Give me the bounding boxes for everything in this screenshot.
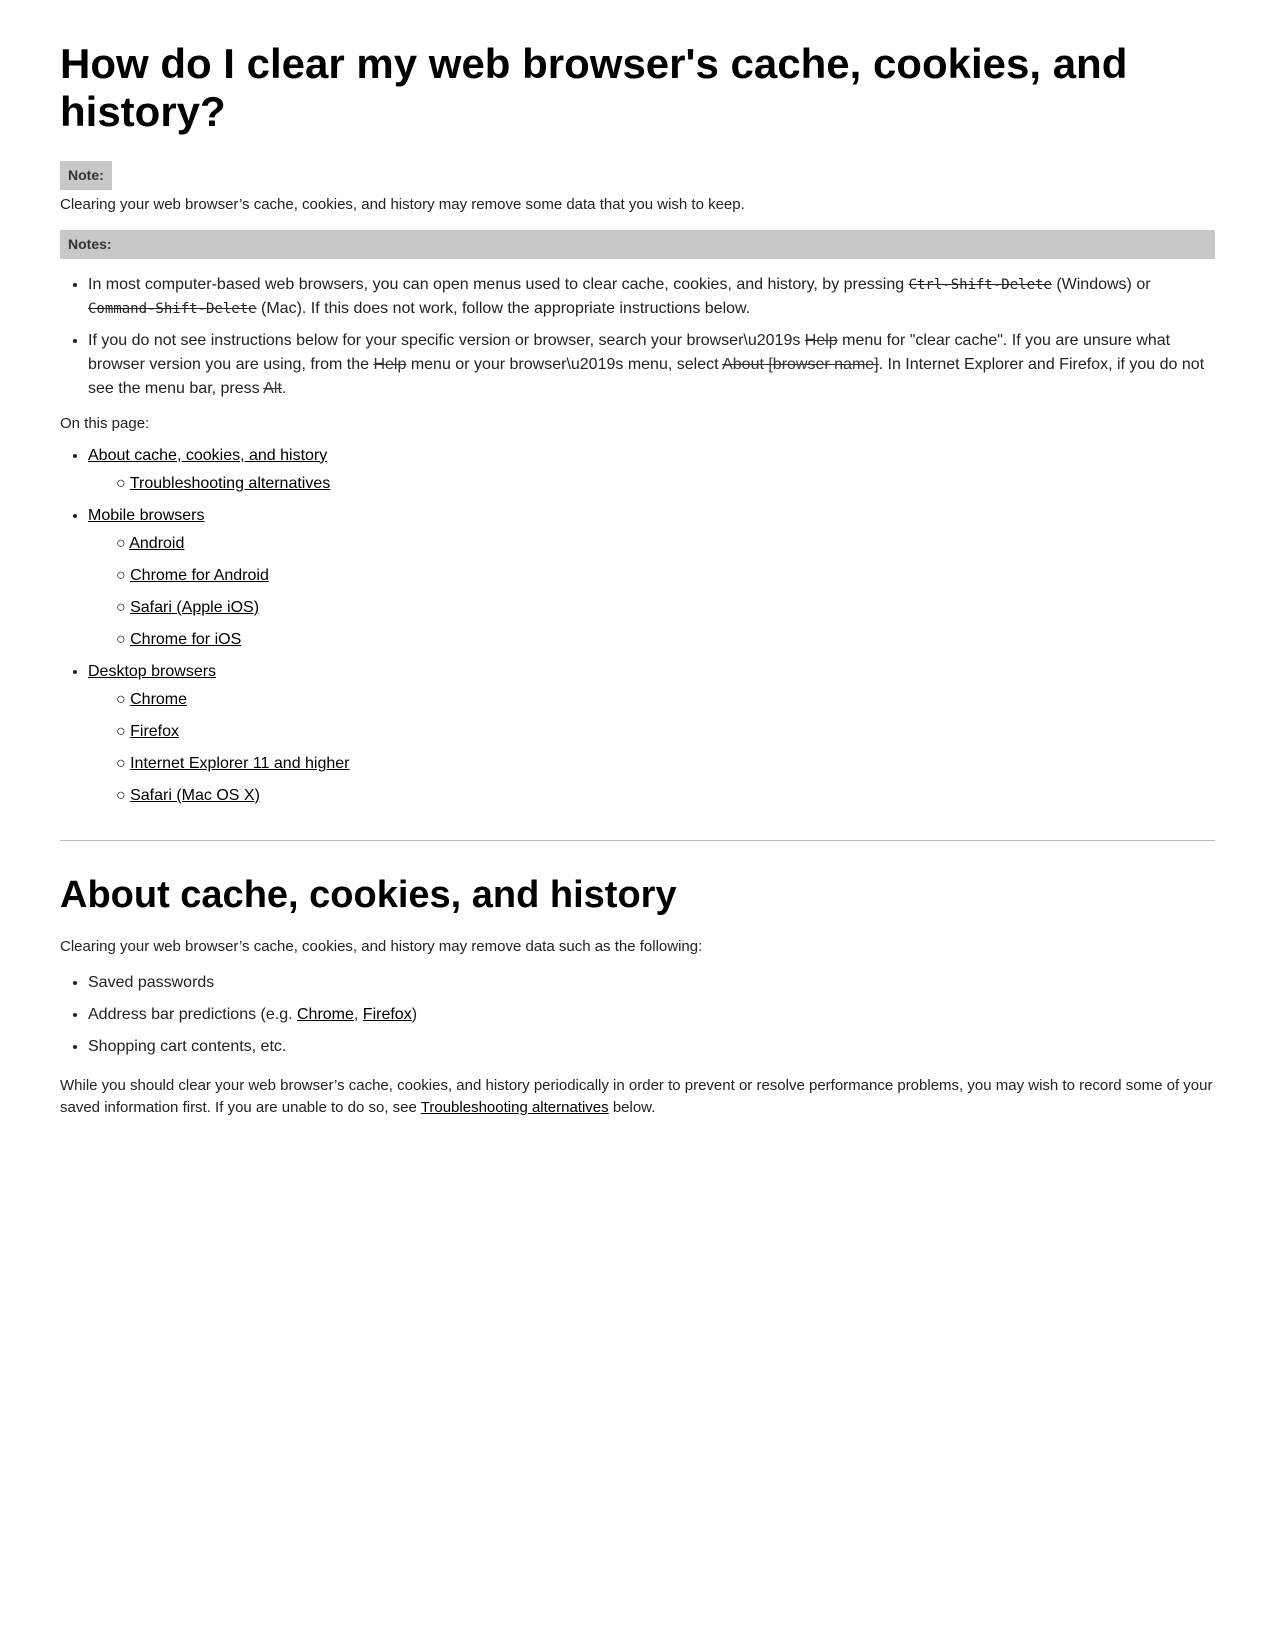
page-title: How do I clear my web browser's cache, c… bbox=[60, 40, 1215, 137]
toc-subitem-3-4: Safari (Mac OS X) bbox=[116, 784, 1215, 808]
toc-link-chrome-android[interactable]: Chrome for Android bbox=[130, 567, 269, 584]
section2-troubleshooting-link[interactable]: Troubleshooting alternatives bbox=[421, 1099, 609, 1116]
section2-para-end: below. bbox=[609, 1099, 656, 1116]
toc-link-troubleshooting[interactable]: Troubleshooting alternatives bbox=[130, 475, 330, 492]
toc-link-mobile[interactable]: Mobile browsers bbox=[88, 507, 204, 524]
section-divider bbox=[60, 840, 1215, 841]
section2-firefox-link[interactable]: Firefox bbox=[363, 1006, 412, 1023]
section2-para: While you should clear your web browser’… bbox=[60, 1075, 1215, 1120]
toc-subitem-2-1: Android bbox=[116, 532, 1215, 556]
bullet1-text-pre: In most computer-based web browsers, you… bbox=[88, 276, 909, 293]
section2-bullet3-text: Shopping cart contents, etc. bbox=[88, 1038, 286, 1055]
help-link-2[interactable]: Help bbox=[373, 356, 406, 373]
toc-link-safari-mac[interactable]: Safari (Mac OS X) bbox=[130, 787, 260, 804]
shortcut-win: Ctrl-Shift-Delete bbox=[909, 277, 1052, 293]
toc-link-android[interactable]: Android bbox=[129, 535, 184, 552]
note-text: Clearing your web browser’s cache, cooki… bbox=[60, 194, 1215, 217]
intro-list: In most computer-based web browsers, you… bbox=[88, 273, 1215, 401]
intro-list-item-2: If you do not see instructions below for… bbox=[88, 329, 1215, 401]
toc-link-ie[interactable]: Internet Explorer 11 and higher bbox=[130, 755, 349, 772]
section2-intro: Clearing your web browser’s cache, cooki… bbox=[60, 936, 1215, 959]
bullet2-text: If you do not see instructions below for… bbox=[88, 332, 805, 349]
on-this-page-label: On this page: bbox=[60, 413, 1215, 436]
about-section: About cache, cookies, and history Cleari… bbox=[60, 873, 1215, 1120]
toc-item-2: Mobile browsers Android Chrome for Andro… bbox=[88, 504, 1215, 652]
bullet1-text-mid: (Windows) or bbox=[1052, 276, 1151, 293]
shortcut-mac: Command-Shift-Delete bbox=[88, 301, 257, 317]
note-section: Note: Clearing your web browser’s cache,… bbox=[60, 161, 1215, 217]
toc-subitem-2-4: Chrome for iOS bbox=[116, 628, 1215, 652]
toc-link-desktop[interactable]: Desktop browsers bbox=[88, 663, 216, 680]
toc-item-3: Desktop browsers Chrome Firefox Internet… bbox=[88, 660, 1215, 808]
alt-link: Alt bbox=[263, 380, 282, 397]
bullet2-text-5: . bbox=[282, 380, 286, 397]
toc-subitem-2-2: Chrome for Android bbox=[116, 564, 1215, 588]
help-link-1[interactable]: Help bbox=[805, 332, 838, 349]
section2-bullet2-pre: Address bar predictions (e.g. bbox=[88, 1006, 297, 1023]
toc-subitem-2-3: Safari (Apple iOS) bbox=[116, 596, 1215, 620]
note-label: Note: bbox=[60, 161, 112, 190]
toc-link-chrome-ios[interactable]: Chrome for iOS bbox=[130, 631, 241, 648]
section2-chrome-link[interactable]: Chrome bbox=[297, 1006, 354, 1023]
section2-title: About cache, cookies, and history bbox=[60, 873, 1215, 919]
toc-sublist-2: Android Chrome for Android Safari (Apple… bbox=[116, 532, 1215, 652]
section2-bullet2-mid: , bbox=[354, 1006, 363, 1023]
section2-list: Saved passwords Address bar predictions … bbox=[88, 971, 1215, 1059]
section2-bullet2-post: ) bbox=[412, 1006, 417, 1023]
bullet2-text-3: menu or your browser\u2019s menu, select bbox=[406, 356, 722, 373]
toc-link-chrome[interactable]: Chrome bbox=[130, 691, 187, 708]
toc-subitem-1-1: Troubleshooting alternatives bbox=[116, 472, 1215, 496]
notes-label: Notes: bbox=[60, 230, 1215, 259]
section2-item-3: Shopping cart contents, etc. bbox=[88, 1035, 1215, 1059]
toc-subitem-3-3: Internet Explorer 11 and higher bbox=[116, 752, 1215, 776]
toc-link-about[interactable]: About cache, cookies, and history bbox=[88, 447, 327, 464]
toc-sublist-3: Chrome Firefox Internet Explorer 11 and … bbox=[116, 688, 1215, 808]
notes-section: Notes: bbox=[60, 230, 1215, 259]
bullet1-text-post: (Mac). If this does not work, follow the… bbox=[257, 300, 751, 317]
section2-bullet1-text: Saved passwords bbox=[88, 974, 214, 991]
toc-list: About cache, cookies, and history Troubl… bbox=[88, 444, 1215, 808]
section2-item-1: Saved passwords bbox=[88, 971, 1215, 995]
toc-link-firefox[interactable]: Firefox bbox=[130, 723, 179, 740]
toc-item-1: About cache, cookies, and history Troubl… bbox=[88, 444, 1215, 496]
page-container: How do I clear my web browser's cache, c… bbox=[60, 40, 1215, 1120]
toc-subitem-3-2: Firefox bbox=[116, 720, 1215, 744]
intro-list-item-1: In most computer-based web browsers, you… bbox=[88, 273, 1215, 321]
toc-link-safari-ios[interactable]: Safari (Apple iOS) bbox=[130, 599, 259, 616]
toc-subitem-3-1: Chrome bbox=[116, 688, 1215, 712]
about-link[interactable]: About [browser name] bbox=[722, 356, 879, 373]
section2-item-2: Address bar predictions (e.g. Chrome, Fi… bbox=[88, 1003, 1215, 1027]
toc-sublist-1: Troubleshooting alternatives bbox=[116, 472, 1215, 496]
